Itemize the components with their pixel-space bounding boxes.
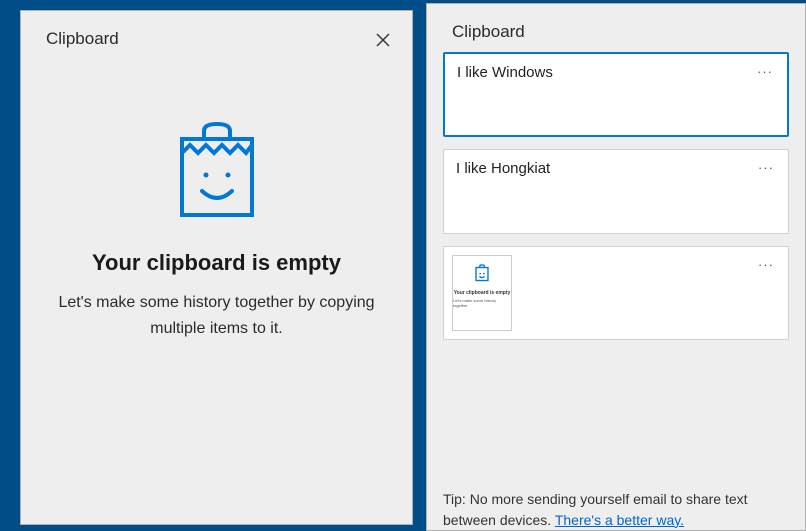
- close-button[interactable]: [376, 33, 390, 50]
- clipboard-history-panel: Clipboard I like Windows ··· I like Hong…: [426, 3, 806, 531]
- empty-subtext: Let's make some history together by copy…: [57, 290, 377, 341]
- clipboard-smile-icon: [176, 121, 258, 226]
- history-item[interactable]: I like Windows ···: [443, 52, 789, 137]
- tip-link[interactable]: There's a better way.: [555, 512, 684, 528]
- more-icon[interactable]: ···: [757, 64, 773, 79]
- history-text: I like Windows: [457, 64, 775, 81]
- history-text: I like Hongkiat: [456, 160, 776, 177]
- history-item[interactable]: Your clipboard is empty Let's make some …: [443, 246, 789, 340]
- more-icon[interactable]: ···: [758, 160, 774, 175]
- image-thumbnail: Your clipboard is empty Let's make some …: [452, 255, 512, 331]
- tip-bar: Tip: No more sending yourself email to s…: [427, 480, 805, 530]
- empty-state: Your clipboard is empty Let's make some …: [21, 121, 412, 341]
- panel-title: Clipboard: [21, 11, 412, 49]
- clipboard-empty-panel: Clipboard Your clipboard is empty Let's …: [20, 10, 413, 525]
- empty-heading: Your clipboard is empty: [92, 250, 341, 276]
- history-list: I like Windows ··· I like Hongkiat ··· Y: [427, 42, 805, 480]
- history-item[interactable]: I like Hongkiat ···: [443, 149, 789, 234]
- panel-title: Clipboard: [427, 4, 805, 42]
- more-icon[interactable]: ···: [758, 257, 774, 272]
- close-icon: [376, 32, 390, 51]
- thumb-sub: Let's make some history together: [453, 298, 511, 308]
- thumb-title: Your clipboard is empty: [454, 290, 511, 296]
- clipboard-smile-icon: [475, 264, 489, 284]
